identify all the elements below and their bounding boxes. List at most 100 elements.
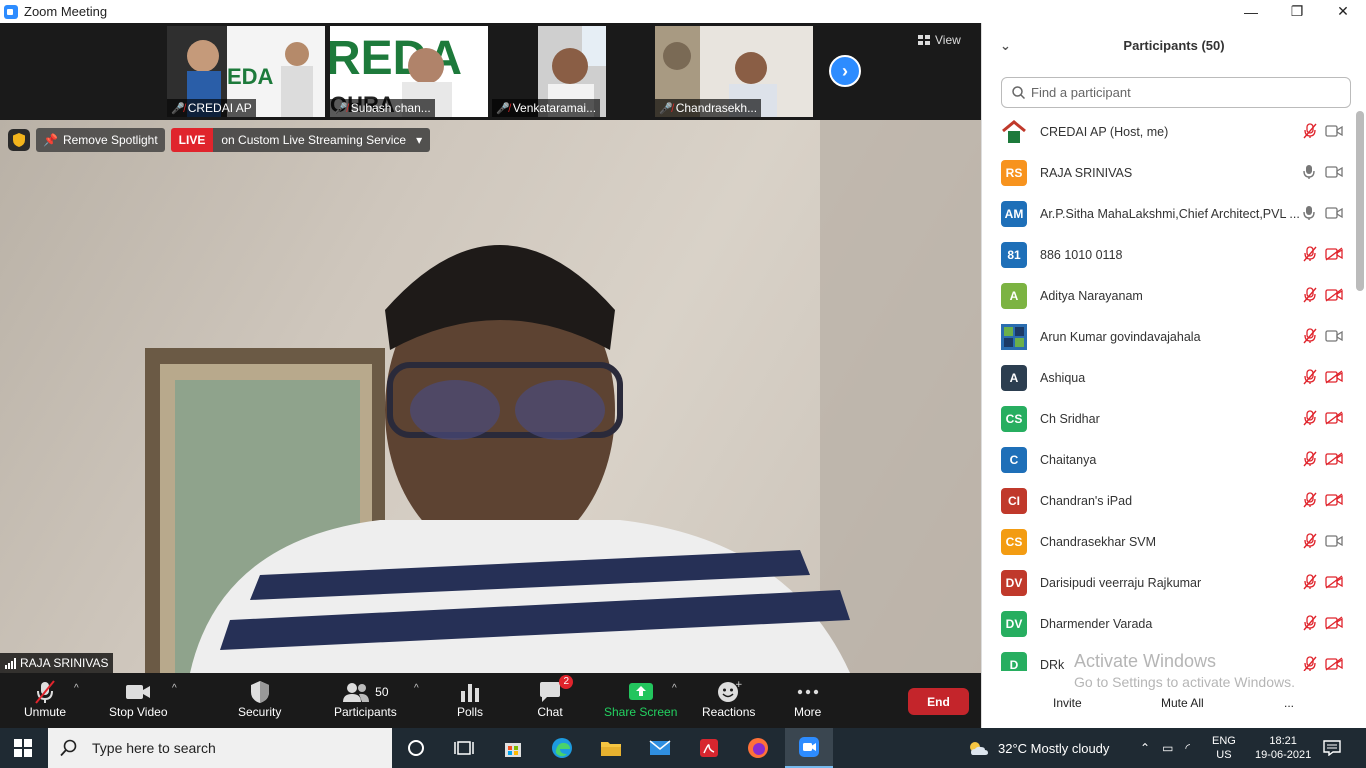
restore-button[interactable]: ❐ [1274,0,1320,23]
remove-spotlight-button[interactable]: 📌 Remove Spotlight [36,128,165,152]
participant-row[interactable]: DV Dharmender Varada [982,603,1354,644]
participant-search-field[interactable]: Find a participant [1001,77,1351,108]
end-meeting-button[interactable]: End [908,688,969,715]
video-camera-icon[interactable] [1325,165,1343,184]
share-screen-button[interactable]: Share Screen [604,679,677,719]
video-thumbnail[interactable]: REDA OHRA 🎤̸Subash chan... [330,26,488,117]
microphone-muted-icon[interactable] [1302,615,1318,636]
video-off-icon[interactable] [1325,370,1343,389]
wifi-icon[interactable]: ◜ [1185,741,1190,755]
participant-row[interactable]: 81 886 1010 0118 [982,234,1354,275]
participant-row[interactable]: C Chaitanya [982,439,1354,480]
chevron-up-icon[interactable]: ⌃ [1140,741,1150,755]
zoom-app-icon [4,4,18,19]
notifications-button[interactable] [1323,728,1341,768]
participant-row[interactable]: CS Ch Sridhar [982,398,1354,439]
video-camera-icon[interactable] [1325,329,1343,348]
clock-time: 18:21 [1269,735,1297,747]
mail-icon [649,740,671,755]
participant-row[interactable]: CS Chandrasekhar SVM [982,521,1354,562]
invite-button[interactable]: Invite [1053,696,1082,710]
participant-row[interactable]: DV Darisipudi veerraju Rajkumar [982,562,1354,603]
video-off-icon[interactable] [1325,411,1343,430]
video-options-caret[interactable]: ^ [172,683,177,694]
taskbar-file-explorer[interactable] [587,728,635,768]
thumbnail-label: 🎤̸ CREDAI AP [167,99,256,117]
close-button[interactable]: ✕ [1320,0,1366,23]
video-thumbnail[interactable]: 🎤̸ Venkataramai... [492,26,650,117]
microphone-muted-icon[interactable] [1302,123,1318,144]
security-button[interactable]: Security [238,679,281,719]
battery-icon[interactable]: ▭ [1162,741,1173,755]
microphone-muted-icon[interactable] [1302,492,1318,513]
participant-row[interactable]: AM Ar.P.Sitha MahaLakshmi,Chief Architect… [982,193,1354,234]
microphone-muted-icon[interactable] [1302,328,1318,349]
participant-row[interactable]: Arun Kumar govindavajahala [982,316,1354,357]
chat-button[interactable]: 2 Chat [537,675,573,719]
unmute-button[interactable]: Unmute [24,679,66,719]
microphone-muted-icon[interactable] [1302,656,1318,671]
security-shield-icon[interactable] [8,129,30,151]
microphone-muted-icon[interactable] [1302,410,1318,431]
mute-all-button[interactable]: Mute All [1161,696,1204,710]
language-indicator[interactable]: ENG US [1212,728,1236,768]
minimize-button[interactable]: — [1228,0,1274,23]
video-off-icon[interactable] [1325,493,1343,512]
taskbar-store[interactable] [489,728,537,768]
reactions-button[interactable]: + Reactions [702,679,755,719]
folder-icon [601,742,621,756]
video-camera-icon[interactable] [1325,206,1343,225]
polls-button[interactable]: Polls [457,679,483,719]
video-camera-icon[interactable] [1325,124,1343,143]
video-off-icon[interactable] [1325,575,1343,594]
taskbar-zoom[interactable] [785,728,833,768]
video-off-icon[interactable] [1325,616,1343,635]
participant-row[interactable]: CREDAI AP (Host, me) [982,111,1354,152]
participants-scrollbar[interactable] [1356,111,1364,291]
microphone-muted-icon[interactable] [1302,533,1318,554]
participant-row[interactable]: A Ashiqua [982,357,1354,398]
video-off-icon[interactable] [1325,247,1343,266]
microphone-icon[interactable] [1302,205,1316,226]
video-off-icon[interactable] [1325,288,1343,307]
microphone-muted-icon[interactable] [1302,287,1318,308]
taskbar-edge[interactable] [538,728,586,768]
taskbar-firefox[interactable] [734,728,782,768]
participant-avatar: CI [1001,487,1027,514]
microphone-muted-icon[interactable] [1302,451,1318,472]
next-page-button[interactable]: › [829,55,861,87]
participant-row[interactable]: CI Chandran's iPad [982,480,1354,521]
taskbar-search-box[interactable]: Type here to search [48,728,392,768]
video-thumbnail[interactable]: 🎤̸ Chandrasekh... [655,26,813,117]
audio-options-caret[interactable]: ^ [74,683,79,694]
smiley-icon: + [717,680,742,702]
video-off-icon[interactable] [1325,657,1343,671]
more-button[interactable]: More [794,679,821,719]
microphone-muted-icon[interactable] [1302,574,1318,595]
taskbar-acrobat[interactable] [685,728,733,768]
cortana-button[interactable] [392,728,440,768]
video-camera-icon [126,685,151,699]
microphone-muted-icon[interactable] [1302,369,1318,390]
microphone-icon[interactable] [1302,164,1316,185]
participant-row[interactable]: RS RAJA SRINIVAS [982,152,1354,193]
share-options-caret[interactable]: ^ [672,683,677,694]
video-camera-icon[interactable] [1325,534,1343,553]
weather-widget[interactable]: 32°C Mostly cloudy [968,728,1109,768]
microphone-muted-icon[interactable] [1302,246,1318,267]
more-options-button[interactable]: ... [1284,696,1294,710]
taskbar-mail[interactable] [636,728,684,768]
clock[interactable]: 18:21 19-06-2021 [1255,728,1311,768]
participants-button[interactable]: 50 Participants [334,679,397,719]
live-indicator: LIVE [170,128,214,152]
start-button[interactable] [14,739,32,762]
video-off-icon[interactable] [1325,452,1343,471]
video-thumbnail[interactable]: EDA 🎤̸ CREDAI AP [167,26,325,117]
view-button[interactable]: View [918,33,961,47]
live-stream-dropdown[interactable]: on Custom Live Streaming Service ▾ [213,128,431,152]
task-view-button[interactable] [440,728,488,768]
participant-row[interactable]: A Aditya Narayanam [982,275,1354,316]
participants-options-caret[interactable]: ^ [414,683,419,694]
stop-video-button[interactable]: Stop Video [109,679,168,719]
collapse-chevron-icon[interactable]: ⌄ [1000,38,1011,54]
